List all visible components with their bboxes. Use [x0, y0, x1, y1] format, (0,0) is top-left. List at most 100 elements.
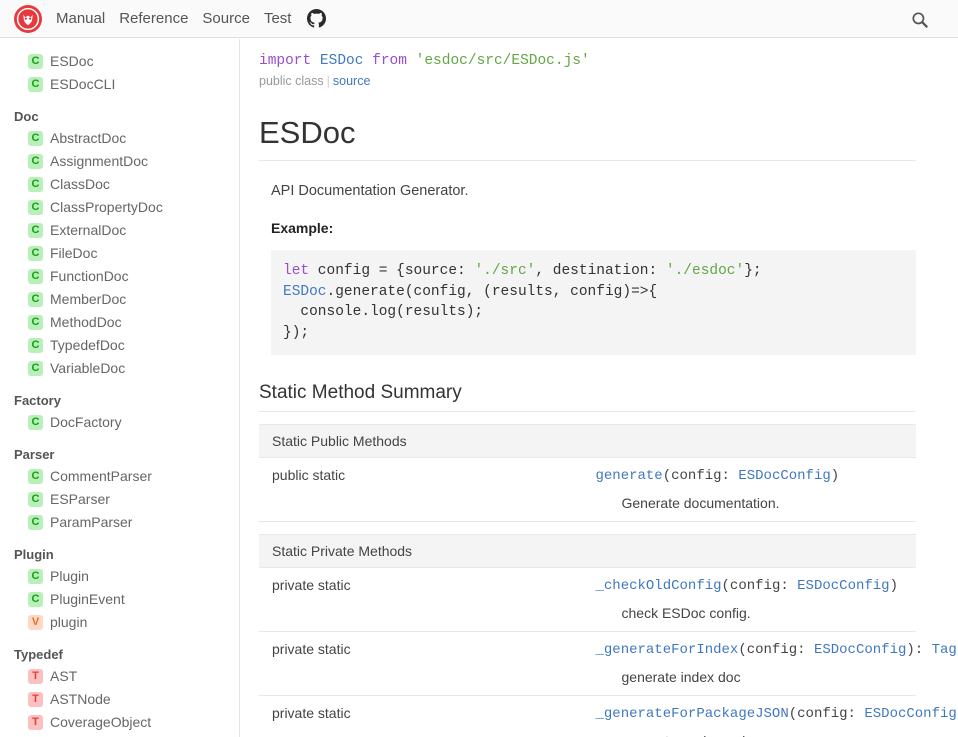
- sidebar-item-esdoccli[interactable]: C ESDocCLI: [0, 73, 239, 96]
- method-name-link[interactable]: _generateForIndex: [596, 642, 739, 658]
- sidebar-item-label[interactable]: AbstractDoc: [50, 129, 126, 148]
- static-method-summary-title: Static Method Summary: [259, 382, 916, 412]
- sidebar-item-label[interactable]: ESDocCLI: [50, 75, 115, 94]
- sidebar-item-classdoc[interactable]: C ClassDoc: [0, 173, 239, 196]
- class-badge-icon: C: [28, 177, 43, 192]
- method-signature-cell: _generateForIndex(config: ESDocConfig): …: [588, 632, 917, 696]
- sidebar-item-commentparser[interactable]: CCommentParser: [0, 465, 239, 488]
- sidebar-item-methoddoc[interactable]: C MethodDoc: [0, 311, 239, 334]
- method-signature: _generateForPackageJSON(config: ESDocCon…: [596, 705, 909, 724]
- sidebar-navigation[interactable]: C ESDoc C ESDocCLI Doc C AbstractDoc C Assignmen…: [0, 39, 240, 737]
- sidebar-item-classpropertydoc[interactable]: CClassPropertyDoc: [0, 196, 239, 219]
- sidebar-item-label[interactable]: ParamParser: [50, 513, 132, 532]
- sidebar-item-label[interactable]: ASTNode: [50, 690, 111, 709]
- sidebar-item-label[interactable]: CommentParser: [50, 467, 152, 486]
- class-badge-icon: C: [28, 77, 43, 92]
- import-path: import ESDoc from 'esdoc/src/ESDoc.js': [259, 51, 916, 71]
- summary-tables: Static Public Methodspublic staticgenera…: [259, 424, 916, 737]
- param-type-link[interactable]: ESDocConfig: [864, 706, 956, 722]
- sidebar-item-memberdoc[interactable]: C MemberDoc: [0, 288, 239, 311]
- sidebar-item-label[interactable]: ClassPropertyDoc: [50, 198, 163, 217]
- sidebar-item-esdoc[interactable]: C ESDoc: [0, 50, 239, 73]
- nav-link-manual[interactable]: Manual: [56, 0, 105, 38]
- sidebar-item-label[interactable]: AssignmentDoc: [50, 152, 148, 171]
- sidebar-item-label[interactable]: ESDoc: [50, 52, 94, 71]
- return-type-link[interactable]: Tag: [932, 642, 957, 658]
- access-label: public class: [259, 74, 324, 88]
- class-badge-icon: C: [28, 492, 43, 507]
- sidebar-item-abstractdoc[interactable]: C AbstractDoc: [0, 127, 239, 150]
- sidebar-item-ast[interactable]: T AST: [0, 665, 239, 688]
- typedef-badge-icon: T: [28, 669, 43, 684]
- sidebar-item-filedoc[interactable]: CFileDoc: [0, 242, 239, 265]
- sidebar-item-label[interactable]: FunctionDoc: [50, 267, 129, 286]
- logo-link[interactable]: [6, 0, 50, 38]
- github-icon[interactable]: [307, 9, 326, 28]
- class-badge-icon: C: [28, 131, 43, 146]
- doc-meta: public class|source: [259, 72, 916, 90]
- class-badge-icon: C: [28, 361, 43, 376]
- class-badge-icon: C: [28, 54, 43, 69]
- sidebar-group-doc: Doc: [0, 102, 239, 127]
- sidebar-item-label[interactable]: MemberDoc: [50, 290, 126, 309]
- sidebar-item-pluginevent[interactable]: C PluginEvent: [0, 588, 239, 611]
- sidebar-item-label[interactable]: Plugin: [50, 567, 89, 586]
- method-name-link[interactable]: _generateForPackageJSON: [596, 706, 789, 722]
- sidebar-item-docfactory[interactable]: CDocFactory: [0, 411, 239, 434]
- param-type-link[interactable]: ESDocConfig: [797, 578, 889, 594]
- nav-link-reference[interactable]: Reference: [119, 0, 188, 38]
- sidebar-item-paramparser[interactable]: CParamParser: [0, 511, 239, 534]
- sidebar-item-label[interactable]: ExternalDoc: [50, 221, 126, 240]
- sidebar-item-assignmentdoc[interactable]: C AssignmentDoc: [0, 150, 239, 173]
- sidebar-item-functiondoc[interactable]: C FunctionDoc: [0, 265, 239, 288]
- nav-link-test[interactable]: Test: [264, 0, 292, 38]
- sidebar-item-coverageobject[interactable]: T CoverageObject: [0, 711, 239, 734]
- sidebar-item-label[interactable]: TypedefDoc: [50, 336, 125, 355]
- esdoc-logo-icon: [14, 5, 42, 33]
- sidebar-item-label[interactable]: VariableDoc: [50, 359, 125, 378]
- method-signature-cell: _generateForPackageJSON(config: ESDocCon…: [588, 696, 917, 737]
- sidebar-group-parser: Parser: [0, 440, 239, 465]
- param-type-link[interactable]: ESDocConfig: [738, 468, 830, 484]
- sidebar-group-plugin: Plugin: [0, 540, 239, 565]
- sidebar-item-label[interactable]: AST: [50, 667, 77, 686]
- sidebar-item-label[interactable]: FileDoc: [50, 244, 97, 263]
- class-badge-icon: C: [28, 269, 43, 284]
- typedef-badge-icon: T: [28, 715, 43, 730]
- sidebar-item-label[interactable]: ESParser: [50, 490, 110, 509]
- sidebar-item-label[interactable]: ClassDoc: [50, 175, 110, 194]
- class-badge-icon: C: [28, 292, 43, 307]
- sidebar-item-plugin[interactable]: Vplugin: [0, 611, 239, 634]
- method-name-link[interactable]: _checkOldConfig: [596, 578, 722, 594]
- summary-table: Static Public Methodspublic staticgenera…: [259, 424, 916, 522]
- class-badge-icon: C: [28, 338, 43, 353]
- class-badge-icon: C: [28, 592, 43, 607]
- sidebar-item-typedefdoc[interactable]: C TypedefDoc: [0, 334, 239, 357]
- sidebar-item-label[interactable]: DocFactory: [50, 413, 122, 432]
- class-badge-icon: C: [28, 569, 43, 584]
- class-badge-icon: C: [28, 315, 43, 330]
- search-icon[interactable]: [908, 8, 932, 32]
- class-badge-icon: C: [28, 154, 43, 169]
- page-title: ESDoc: [259, 115, 916, 161]
- sidebar-item-label[interactable]: MethodDoc: [50, 313, 122, 332]
- nav-link-source[interactable]: Source: [202, 0, 250, 38]
- sidebar-item-label[interactable]: PluginEvent: [50, 590, 125, 609]
- sidebar-item-label[interactable]: plugin: [50, 613, 87, 632]
- source-link[interactable]: source: [333, 74, 371, 88]
- sidebar-group-factory: Factory: [0, 386, 239, 411]
- sidebar-item-plugin[interactable]: C Plugin: [0, 565, 239, 588]
- import-keyword: import: [259, 53, 311, 69]
- param-type-link[interactable]: ESDocConfig: [814, 642, 906, 658]
- table-row: private static_generateForIndex(config: …: [259, 632, 916, 696]
- sidebar-item-label[interactable]: CoverageObject: [50, 713, 151, 732]
- sidebar-item-astnode[interactable]: TASTNode: [0, 688, 239, 711]
- sidebar-item-variabledoc[interactable]: C VariableDoc: [0, 357, 239, 380]
- method-signature: _generateForIndex(config: ESDocConfig): …: [596, 641, 909, 660]
- sidebar-item-esparser[interactable]: C ESParser: [0, 488, 239, 511]
- sidebar-item-externaldoc[interactable]: C ExternalDoc: [0, 219, 239, 242]
- method-name-link[interactable]: generate: [596, 468, 663, 484]
- main-nav: Manual Reference Source Test: [56, 0, 326, 38]
- class-badge-icon: C: [28, 223, 43, 238]
- method-signature-cell: generate(config: ESDocConfig)Generate do…: [588, 458, 917, 522]
